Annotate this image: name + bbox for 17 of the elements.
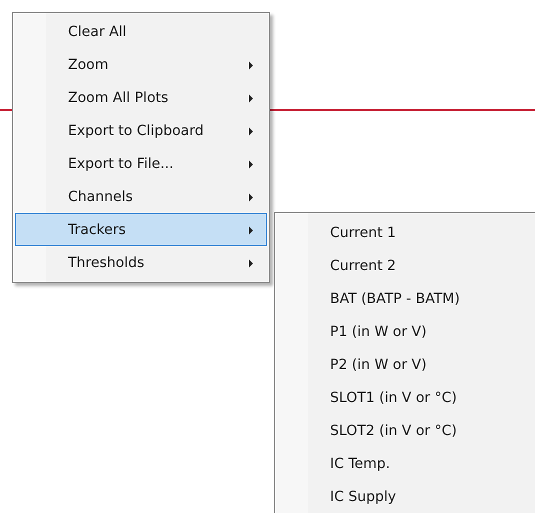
menu-item[interactable]: BAT (BATP - BATM) xyxy=(277,282,533,315)
menu-item[interactable]: Thresholds xyxy=(15,246,267,279)
menu-item[interactable]: SLOT1 (in V or °C) xyxy=(277,381,533,414)
menu-item[interactable]: IC Temp. xyxy=(277,447,533,480)
menu-item[interactable]: P1 (in W or V) xyxy=(277,315,533,348)
menu-item[interactable]: Current 2 xyxy=(277,249,533,282)
menu-item[interactable]: Zoom xyxy=(15,48,267,81)
menu-item[interactable]: Export to File... xyxy=(15,147,267,180)
menu-item[interactable]: SLOT2 (in V or °C) xyxy=(277,414,533,447)
menu-item[interactable]: Export to Clipboard xyxy=(15,114,267,147)
menu-item[interactable]: Current 1 xyxy=(277,216,533,249)
menu-item[interactable]: Trackers xyxy=(15,213,267,246)
menu-item[interactable]: Clear All xyxy=(15,15,267,48)
menu-item[interactable]: Channels xyxy=(15,180,267,213)
menu-item[interactable]: Zoom All Plots xyxy=(15,81,267,114)
menu-item[interactable]: P2 (in W or V) xyxy=(277,348,533,381)
menu-item[interactable]: IC Supply xyxy=(277,480,533,513)
